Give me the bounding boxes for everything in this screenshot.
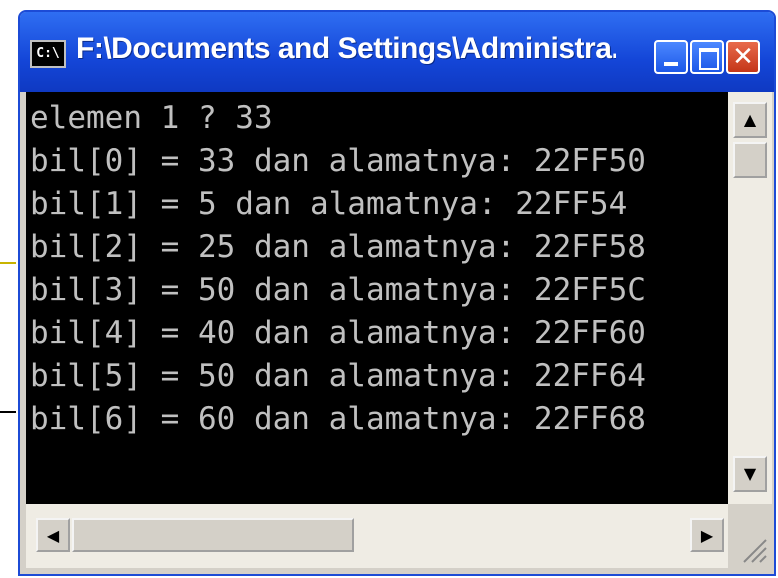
console-line: bil[1] = 5 dan alamatnya: 22FF54	[30, 186, 628, 222]
scroll-right-button[interactable]: ▶	[690, 518, 724, 552]
slide-accent-line	[0, 411, 16, 413]
console-line: bil[3] = 50 dan alamatnya: 22FF5C	[30, 272, 646, 308]
horizontal-scrollbar[interactable]: ◀ ▶	[26, 504, 728, 568]
console-line: bil[6] = 60 dan alamatnya: 22FF68	[30, 401, 646, 437]
resize-grip[interactable]	[728, 504, 772, 568]
arrow-down-icon: ▼	[743, 464, 757, 483]
console-line: bil[2] = 25 dan alamatnya: 22FF58	[30, 229, 646, 265]
console-line: bil[5] = 50 dan alamatnya: 22FF64	[30, 358, 646, 394]
window-title: F:\Documents and Settings\Administra...	[76, 32, 616, 65]
arrow-up-icon: ▲	[743, 110, 757, 129]
vertical-scroll-thumb[interactable]	[733, 142, 767, 178]
minimize-icon	[664, 62, 678, 66]
console-line: elemen 1 ? 33	[30, 100, 273, 136]
console-line: bil[0] = 33 dan alamatnya: 22FF50	[30, 143, 646, 179]
console-app-icon[interactable]: C:\	[30, 40, 66, 68]
maximize-button[interactable]	[690, 40, 724, 74]
scroll-left-button[interactable]: ◀	[36, 518, 70, 552]
scroll-up-button[interactable]: ▲	[733, 102, 767, 138]
maximize-icon	[699, 48, 719, 70]
slide-accent-line	[0, 262, 16, 264]
scroll-down-button[interactable]: ▼	[733, 456, 767, 492]
title-bar[interactable]: C:\ F:\Documents and Settings\Administra…	[20, 12, 774, 92]
console-line: bil[4] = 40 dan alamatnya: 22FF60	[30, 315, 646, 351]
minimize-button[interactable]	[654, 40, 688, 74]
arrow-right-icon: ▶	[700, 526, 714, 545]
close-button[interactable]: ✕	[726, 40, 760, 74]
console-output[interactable]: elemen 1 ? 33 bil[0] = 33 dan alamatnya:…	[26, 92, 728, 504]
vertical-scrollbar[interactable]: ▲ ▼	[728, 92, 772, 504]
resize-grip-icon	[743, 539, 767, 563]
arrow-left-icon: ◀	[46, 526, 60, 545]
console-window: C:\ F:\Documents and Settings\Administra…	[18, 10, 776, 576]
horizontal-scroll-thumb[interactable]	[72, 518, 354, 552]
close-icon: ✕	[732, 42, 754, 72]
